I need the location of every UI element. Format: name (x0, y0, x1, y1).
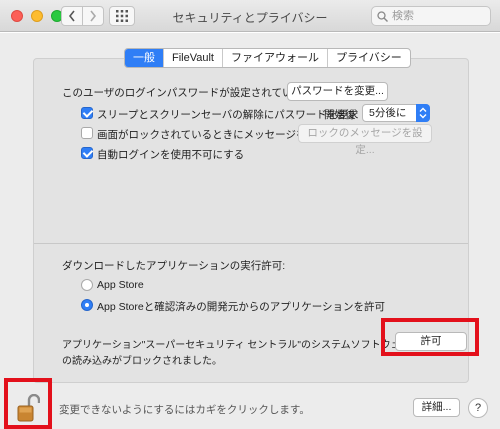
show-all-button[interactable] (109, 6, 135, 26)
tab-privacy[interactable]: プライバシー (326, 49, 410, 67)
search-field[interactable] (371, 6, 491, 26)
lock-hint-text: 変更できないようにするにはカギをクリックします。 (59, 404, 310, 416)
section-divider (34, 243, 468, 244)
search-input[interactable] (392, 10, 487, 22)
set-lock-message-button[interactable]: ロックのメッセージを設定... (298, 124, 432, 156)
search-icon (377, 10, 388, 22)
back-button[interactable] (61, 6, 83, 26)
help-button[interactable]: ? (468, 398, 488, 418)
blocked-software-text-line1: アプリケーション"スーパーセキュリティ セントラル"のシステムソフトウェア (62, 340, 411, 351)
tab-bar: 一般 FileVault ファイアウォール プライバシー (124, 48, 411, 68)
forward-button[interactable] (82, 6, 104, 26)
minimize-window-button[interactable] (31, 10, 43, 22)
preferences-content: 一般 FileVault ファイアウォール プライバシー このユーザのログインパ… (0, 33, 500, 429)
window-title: セキュリティとプライバシー (172, 11, 328, 25)
lock-highlight (4, 378, 52, 429)
require-password-label: スリープとスクリーンセーバの解除にパスワードを要求 (97, 109, 359, 121)
start-after-label: 開始後: (324, 109, 359, 121)
password-status-text: このユーザのログインパスワードが設定されています (62, 87, 314, 99)
app-store-radio[interactable] (81, 279, 93, 291)
advanced-button[interactable]: 詳細... (413, 398, 460, 417)
app-store-and-developers-label: App Storeと確認済みの開発元からのアプリケーションを許可 (97, 301, 385, 313)
download-permission-heading: ダウンロードしたアプリケーションの実行許可: (62, 260, 286, 272)
updown-arrows-icon (416, 104, 430, 122)
start-after-select[interactable]: 5分後に (362, 104, 430, 122)
title-bar: セキュリティとプライバシー (0, 0, 500, 32)
tab-filevault[interactable]: FileVault (163, 49, 222, 67)
disable-autologin-label: 自動ログインを使用不可にする (97, 149, 245, 161)
require-password-checkbox[interactable] (81, 107, 93, 119)
change-password-button[interactable]: パスワードを変更... (287, 82, 388, 101)
chevron-left-icon (68, 10, 75, 22)
allow-button-highlight (381, 318, 479, 356)
app-store-radio-label: App Store (97, 279, 144, 291)
chevron-right-icon (90, 10, 97, 22)
grid-icon (116, 10, 128, 22)
lock-message-label: 画面がロックされているときにメッセージを表示 (97, 129, 328, 141)
disable-autologin-checkbox[interactable] (81, 147, 93, 159)
app-store-and-developers-radio[interactable] (81, 299, 93, 311)
tab-general[interactable]: 一般 (125, 49, 163, 67)
lock-message-checkbox[interactable] (81, 127, 93, 139)
blocked-software-text-line2: の読み込みがブロックされました。 (62, 356, 222, 367)
start-after-value: 5分後に (369, 107, 407, 119)
tab-firewall[interactable]: ファイアウォール (221, 49, 327, 67)
close-window-button[interactable] (11, 10, 23, 22)
